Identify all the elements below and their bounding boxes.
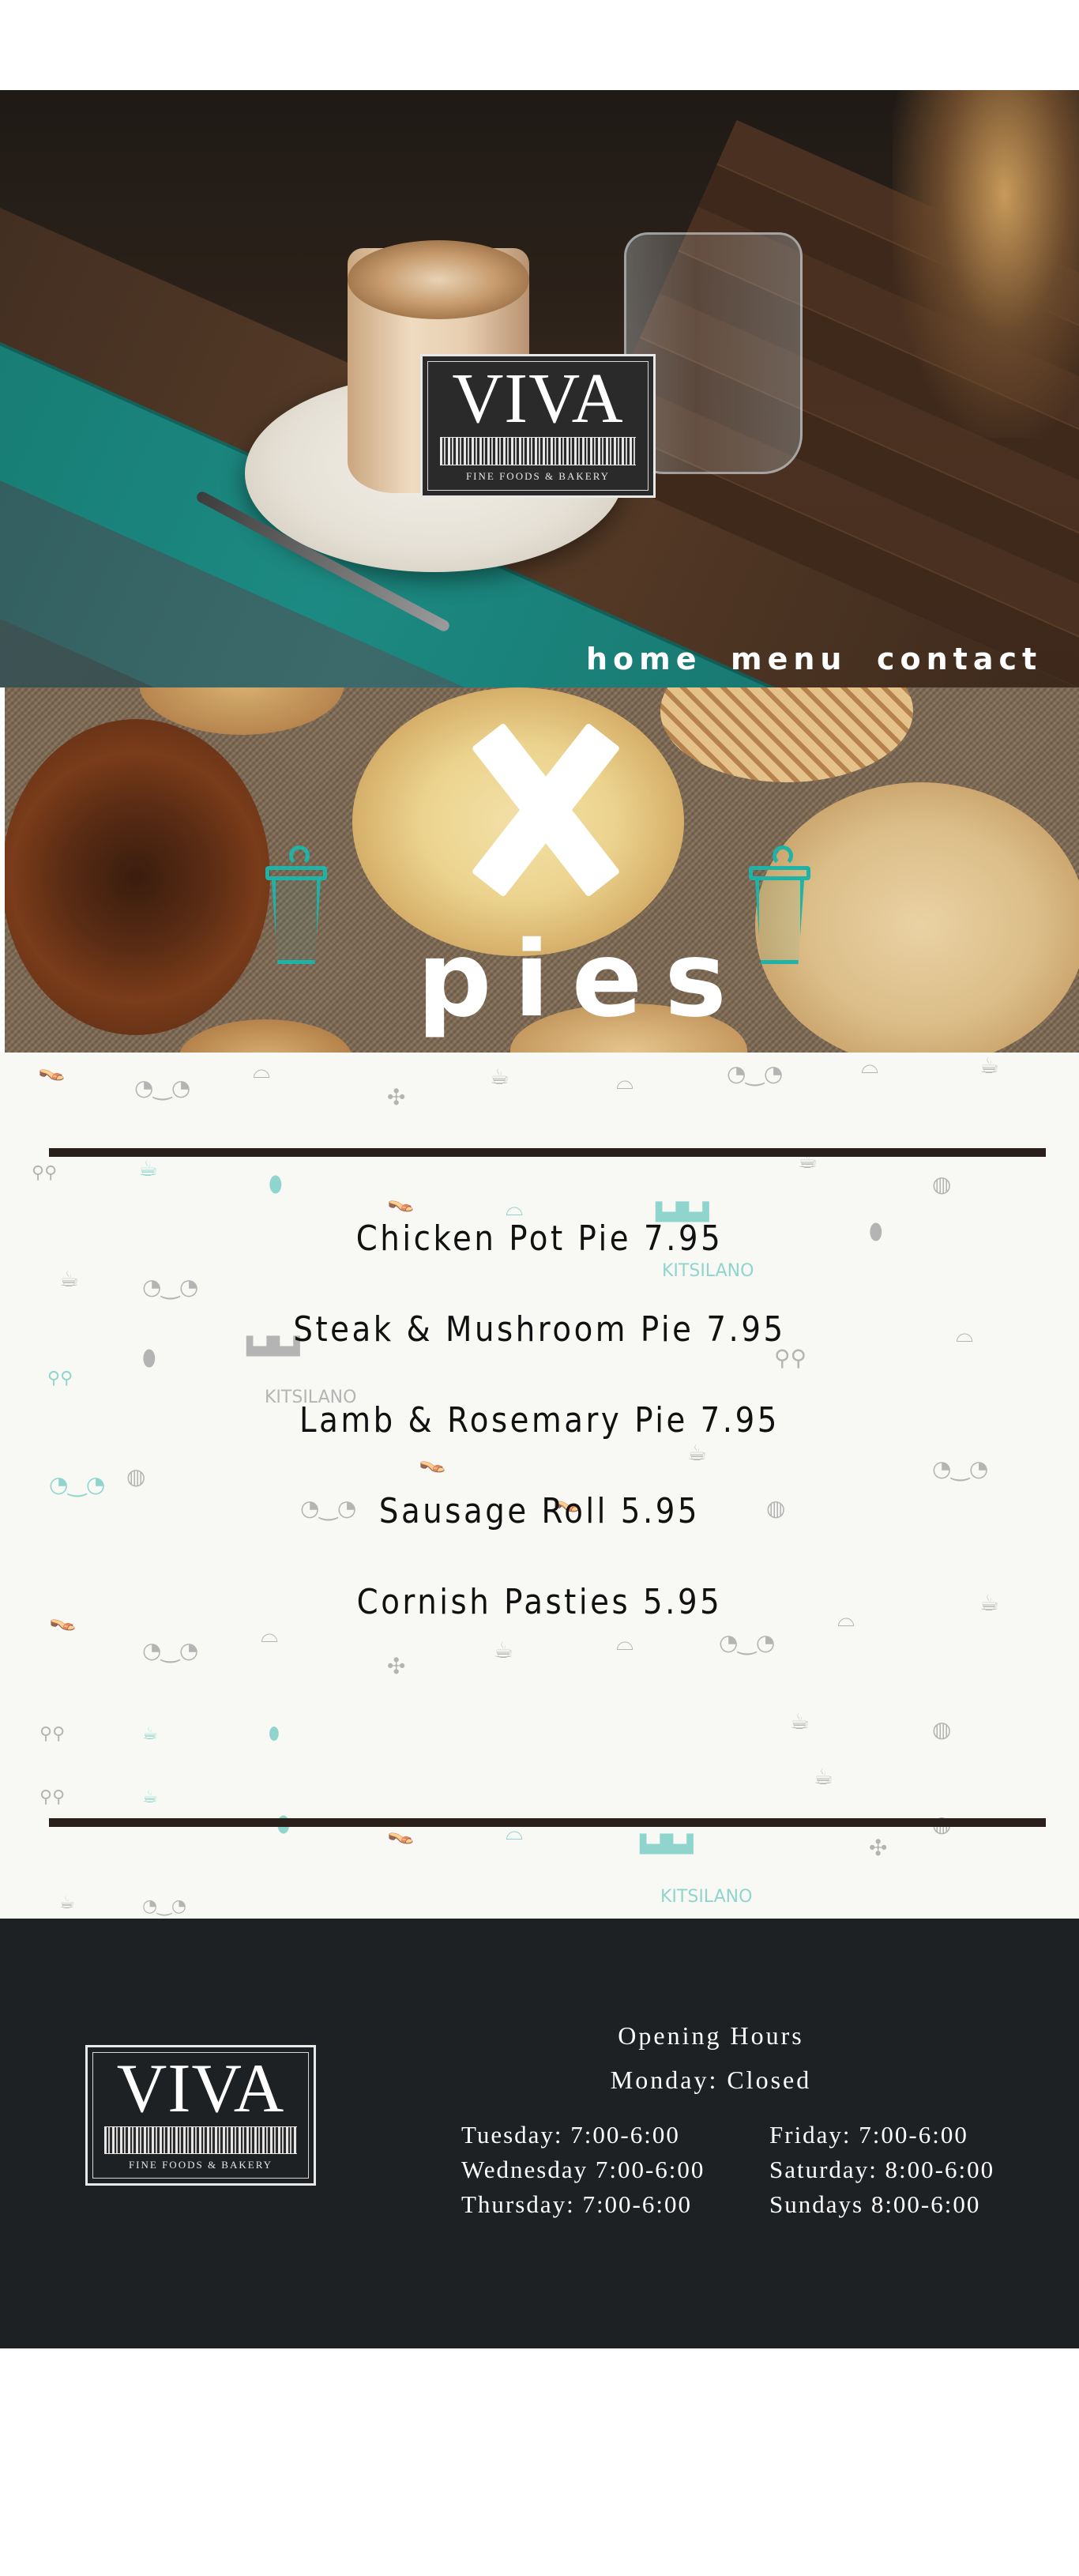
cup-icon: ☕ bbox=[814, 1764, 834, 1790]
surfboard-icon: ⬮ bbox=[269, 1724, 280, 1744]
glasses-moustache-icon: ◔‿◔ bbox=[142, 1637, 199, 1663]
volleyball-icon: ◍ bbox=[932, 1716, 952, 1742]
cup-icon: ☕ bbox=[142, 1724, 158, 1744]
menu-section: 👡 ◔‿◔ ⌓ ✣ ☕ ⌓ ◔‿◔ ⌓ ☕ ⚲⚲ ☕ ⬮ 👡 ⌓ ▙▟▙▟ KI… bbox=[0, 1053, 1079, 1919]
main-nav: home menu contact bbox=[0, 642, 1079, 681]
logo-frame bbox=[92, 2052, 309, 2179]
pecan-pie-image bbox=[5, 719, 270, 1035]
menu-divider-top bbox=[49, 1146, 1046, 1157]
cup-icon: ☕ bbox=[979, 1053, 1000, 1079]
latte-art bbox=[348, 240, 529, 319]
footer-logo[interactable]: VIVA FINE FOODS & BAKERY bbox=[85, 2045, 316, 2186]
muffin-icon: ⌓ bbox=[253, 1057, 271, 1083]
cup-icon: ☕ bbox=[142, 1787, 158, 1807]
volleyball-icon: ◍ bbox=[126, 1463, 146, 1489]
bicycle-icon: ⚲⚲ bbox=[39, 1724, 66, 1744]
volleyball-icon: ◍ bbox=[932, 1171, 952, 1197]
surfboard-icon: ⬮ bbox=[269, 1171, 283, 1197]
pies-banner: pies bbox=[5, 687, 1079, 1053]
flip-flops-icon: 👡 bbox=[387, 1187, 415, 1213]
glasses-moustache-icon: ◔‿◔ bbox=[719, 1629, 776, 1655]
menu-item: Cornish Pasties 5.95 bbox=[356, 1582, 723, 1622]
flip-flops-icon: 👡 bbox=[38, 1056, 66, 1082]
pie-image bbox=[179, 1019, 352, 1053]
hours-row: Tuesday: 7:00-6:00 bbox=[461, 2121, 680, 2149]
menu-item: Lamb & Rosemary Pie 7.95 bbox=[299, 1400, 780, 1441]
menu-item: Chicken Pot Pie 7.95 bbox=[355, 1218, 724, 1259]
hours-row: Thursday: 7:00-6:00 bbox=[461, 2190, 692, 2218]
opening-hours-title: Opening Hours bbox=[618, 2021, 804, 2050]
muffin-icon: ⌓ bbox=[861, 1053, 879, 1079]
banner-heading: pies bbox=[417, 919, 749, 1041]
cup-icon: ☕ bbox=[687, 1440, 708, 1466]
cup-icon: ☕ bbox=[494, 1637, 514, 1663]
windmill-icon: ✣ bbox=[387, 1653, 406, 1679]
glasses-moustache-icon: ◔‿◔ bbox=[142, 1274, 199, 1300]
menu-item: Sausage Roll 5.95 bbox=[378, 1491, 701, 1531]
muffin-icon: ⌓ bbox=[261, 1621, 279, 1648]
skyline-icon: ▙▟▙▟ bbox=[640, 1835, 694, 1855]
menu-item: Steak & Mushroom Pie 7.95 bbox=[293, 1309, 786, 1350]
hours-row: Friday: 7:00-6:00 bbox=[769, 2121, 968, 2149]
window-light bbox=[893, 90, 1079, 438]
muffin-icon: ⌓ bbox=[616, 1068, 634, 1094]
flip-flops-icon: 👡 bbox=[419, 1448, 446, 1474]
header-logo[interactable]: VIVA FINE FOODS & BAKERY bbox=[420, 354, 656, 498]
cup-icon: ☕ bbox=[59, 1893, 75, 1913]
glasses-moustache-icon: ◔‿◔ bbox=[134, 1075, 191, 1101]
cup-icon: ☕ bbox=[59, 1266, 80, 1292]
muffin-icon: ⌓ bbox=[616, 1629, 634, 1655]
bicycle-icon: ⚲⚲ bbox=[39, 1787, 66, 1807]
coffee-cup-icon bbox=[749, 845, 810, 964]
lattice-pie-image bbox=[660, 687, 913, 782]
cup-icon: ☕ bbox=[138, 1155, 159, 1181]
cup-icon: ☕ bbox=[490, 1064, 510, 1090]
glasses-moustache-icon: ◔‿◔ bbox=[932, 1456, 989, 1482]
glasses-moustache-icon: ◔‿◔ bbox=[142, 1896, 187, 1916]
bicycle-icon: ⚲⚲ bbox=[32, 1163, 58, 1183]
nav-contact[interactable]: contact bbox=[877, 642, 1042, 676]
glasses-moustache-icon: ◔‿◔ bbox=[727, 1060, 784, 1087]
hours-column-left: Tuesday: 7:00-6:00 Wednesday 7:00-6:00 T… bbox=[461, 2118, 705, 2222]
kitsilano-label: KITSILANO bbox=[660, 1887, 753, 1907]
kitsilano-label: KITSILANO bbox=[662, 1261, 754, 1281]
muffin-icon: ⌓ bbox=[506, 1195, 524, 1221]
hours-row: Sundays 8:00-6:00 bbox=[769, 2190, 981, 2218]
footer: VIVA FINE FOODS & BAKERY Opening Hours M… bbox=[0, 1919, 1079, 2348]
cup-icon: ☕ bbox=[790, 1708, 810, 1734]
windmill-icon: ✣ bbox=[387, 1084, 406, 1110]
nav-menu[interactable]: menu bbox=[731, 642, 847, 676]
coffee-cup-icon bbox=[265, 845, 327, 964]
hours-row: Wednesday 7:00-6:00 bbox=[461, 2156, 705, 2183]
hours-column-right: Friday: 7:00-6:00 Saturday: 8:00-6:00 Su… bbox=[769, 2118, 994, 2222]
hours-row: Saturday: 8:00-6:00 bbox=[769, 2156, 995, 2183]
bicycle-icon: ⚲⚲ bbox=[47, 1369, 73, 1388]
menu-divider-bottom bbox=[49, 1816, 1046, 1827]
x-mark-icon bbox=[479, 735, 613, 885]
nav-home[interactable]: home bbox=[586, 642, 702, 676]
windmill-icon: ✣ bbox=[869, 1835, 888, 1861]
logo-frame bbox=[427, 361, 649, 491]
closed-day: Monday: Closed bbox=[610, 2066, 812, 2094]
